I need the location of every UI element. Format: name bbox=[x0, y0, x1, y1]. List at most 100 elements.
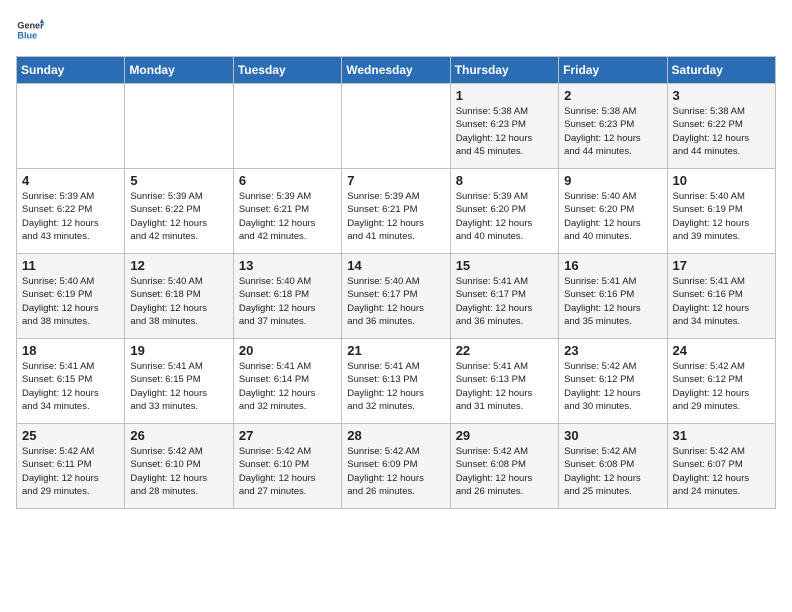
day-info: Sunrise: 5:40 AM Sunset: 6:17 PM Dayligh… bbox=[347, 275, 444, 328]
calendar-week-row: 11 Sunrise: 5:40 AM Sunset: 6:19 PM Dayli… bbox=[17, 254, 776, 339]
day-number: 30 bbox=[564, 428, 661, 443]
day-header-tuesday: Tuesday bbox=[233, 57, 341, 84]
day-number: 14 bbox=[347, 258, 444, 273]
day-info: Sunrise: 5:40 AM Sunset: 6:18 PM Dayligh… bbox=[239, 275, 336, 328]
calendar-cell: 12 Sunrise: 5:40 AM Sunset: 6:18 PM Dayli… bbox=[125, 254, 233, 339]
day-number: 28 bbox=[347, 428, 444, 443]
calendar-cell: 13 Sunrise: 5:40 AM Sunset: 6:18 PM Dayli… bbox=[233, 254, 341, 339]
day-info: Sunrise: 5:42 AM Sunset: 6:08 PM Dayligh… bbox=[564, 445, 661, 498]
day-number: 4 bbox=[22, 173, 119, 188]
day-number: 10 bbox=[673, 173, 770, 188]
calendar-table: SundayMondayTuesdayWednesdayThursdayFrid… bbox=[16, 56, 776, 509]
day-number: 2 bbox=[564, 88, 661, 103]
day-header-monday: Monday bbox=[125, 57, 233, 84]
logo: General Blue bbox=[16, 16, 48, 44]
calendar-cell bbox=[342, 84, 450, 169]
day-info: Sunrise: 5:42 AM Sunset: 6:10 PM Dayligh… bbox=[130, 445, 227, 498]
calendar-cell: 6Sunrise: 5:39 AM Sunset: 6:21 PM Daylig… bbox=[233, 169, 341, 254]
calendar-cell: 14 Sunrise: 5:40 AM Sunset: 6:17 PM Dayli… bbox=[342, 254, 450, 339]
day-info: Sunrise: 5:42 AM Sunset: 6:11 PM Dayligh… bbox=[22, 445, 119, 498]
day-info: Sunrise: 5:42 AM Sunset: 6:12 PM Dayligh… bbox=[673, 360, 770, 413]
day-number: 29 bbox=[456, 428, 553, 443]
day-info: Sunrise: 5:41 AM Sunset: 6:13 PM Dayligh… bbox=[347, 360, 444, 413]
day-info: Sunrise: 5:41 AM Sunset: 6:15 PM Dayligh… bbox=[130, 360, 227, 413]
day-number: 12 bbox=[130, 258, 227, 273]
day-info: Sunrise: 5:38 AM Sunset: 6:22 PM Dayligh… bbox=[673, 105, 770, 158]
day-number: 16 bbox=[564, 258, 661, 273]
calendar-cell: 4 Sunrise: 5:39 AM Sunset: 6:22 PM Daylig… bbox=[17, 169, 125, 254]
day-number: 24 bbox=[673, 343, 770, 358]
calendar-cell: 30 Sunrise: 5:42 AM Sunset: 6:08 PM Dayli… bbox=[559, 424, 667, 509]
day-number: 8 bbox=[456, 173, 553, 188]
day-info: Sunrise: 5:40 AM Sunset: 6:19 PM Dayligh… bbox=[673, 190, 770, 243]
day-info: Sunrise: 5:41 AM Sunset: 6:14 PM Dayligh… bbox=[239, 360, 336, 413]
day-info: Sunrise: 5:39 AM Sunset: 6:22 PM Dayligh… bbox=[22, 190, 119, 243]
calendar-cell bbox=[233, 84, 341, 169]
day-info: Sunrise: 5:42 AM Sunset: 6:08 PM Dayligh… bbox=[456, 445, 553, 498]
calendar-cell: 2 Sunrise: 5:38 AM Sunset: 6:23 PM Daylig… bbox=[559, 84, 667, 169]
day-number: 3 bbox=[673, 88, 770, 103]
day-number: 1 bbox=[456, 88, 553, 103]
day-info: Sunrise: 5:42 AM Sunset: 6:10 PM Dayligh… bbox=[239, 445, 336, 498]
day-header-wednesday: Wednesday bbox=[342, 57, 450, 84]
calendar-cell: 22Sunrise: 5:41 AM Sunset: 6:13 PM Dayli… bbox=[450, 339, 558, 424]
day-info: Sunrise: 5:41 AM Sunset: 6:17 PM Dayligh… bbox=[456, 275, 553, 328]
page-header: General Blue bbox=[16, 16, 776, 44]
day-info: Sunrise: 5:42 AM Sunset: 6:07 PM Dayligh… bbox=[673, 445, 770, 498]
day-number: 7 bbox=[347, 173, 444, 188]
calendar-cell bbox=[125, 84, 233, 169]
svg-text:General: General bbox=[17, 21, 44, 31]
calendar-cell: 26 Sunrise: 5:42 AM Sunset: 6:10 PM Dayli… bbox=[125, 424, 233, 509]
day-number: 9 bbox=[564, 173, 661, 188]
calendar-cell: 29 Sunrise: 5:42 AM Sunset: 6:08 PM Dayli… bbox=[450, 424, 558, 509]
day-number: 20 bbox=[239, 343, 336, 358]
day-info: Sunrise: 5:41 AM Sunset: 6:16 PM Dayligh… bbox=[564, 275, 661, 328]
calendar-cell: 23Sunrise: 5:42 AM Sunset: 6:12 PM Dayli… bbox=[559, 339, 667, 424]
calendar-week-row: 25 Sunrise: 5:42 AM Sunset: 6:11 PM Dayli… bbox=[17, 424, 776, 509]
day-number: 23 bbox=[564, 343, 661, 358]
day-number: 26 bbox=[130, 428, 227, 443]
day-info: Sunrise: 5:40 AM Sunset: 6:19 PM Dayligh… bbox=[22, 275, 119, 328]
day-info: Sunrise: 5:39 AM Sunset: 6:20 PM Dayligh… bbox=[456, 190, 553, 243]
calendar-cell: 28Sunrise: 5:42 AM Sunset: 6:09 PM Dayli… bbox=[342, 424, 450, 509]
day-info: Sunrise: 5:38 AM Sunset: 6:23 PM Dayligh… bbox=[456, 105, 553, 158]
calendar-cell: 5Sunrise: 5:39 AM Sunset: 6:22 PM Daylig… bbox=[125, 169, 233, 254]
calendar-cell: 10 Sunrise: 5:40 AM Sunset: 6:19 PM Dayli… bbox=[667, 169, 775, 254]
svg-text:Blue: Blue bbox=[17, 30, 37, 40]
day-info: Sunrise: 5:39 AM Sunset: 6:22 PM Dayligh… bbox=[130, 190, 227, 243]
calendar-cell: 19Sunrise: 5:41 AM Sunset: 6:15 PM Dayli… bbox=[125, 339, 233, 424]
day-number: 15 bbox=[456, 258, 553, 273]
calendar-cell: 9 Sunrise: 5:40 AM Sunset: 6:20 PM Daylig… bbox=[559, 169, 667, 254]
calendar-cell: 25 Sunrise: 5:42 AM Sunset: 6:11 PM Dayli… bbox=[17, 424, 125, 509]
logo-icon: General Blue bbox=[16, 16, 44, 44]
calendar-cell: 8 Sunrise: 5:39 AM Sunset: 6:20 PM Daylig… bbox=[450, 169, 558, 254]
calendar-cell: 1 Sunrise: 5:38 AM Sunset: 6:23 PM Daylig… bbox=[450, 84, 558, 169]
calendar-week-row: 4 Sunrise: 5:39 AM Sunset: 6:22 PM Daylig… bbox=[17, 169, 776, 254]
calendar-cell: 15 Sunrise: 5:41 AM Sunset: 6:17 PM Dayli… bbox=[450, 254, 558, 339]
day-number: 13 bbox=[239, 258, 336, 273]
calendar-header-row: SundayMondayTuesdayWednesdayThursdayFrid… bbox=[17, 57, 776, 84]
day-number: 6 bbox=[239, 173, 336, 188]
day-header-thursday: Thursday bbox=[450, 57, 558, 84]
calendar-cell: 31 Sunrise: 5:42 AM Sunset: 6:07 PM Dayli… bbox=[667, 424, 775, 509]
calendar-cell: 24 Sunrise: 5:42 AM Sunset: 6:12 PM Dayli… bbox=[667, 339, 775, 424]
day-info: Sunrise: 5:38 AM Sunset: 6:23 PM Dayligh… bbox=[564, 105, 661, 158]
calendar-cell: 3 Sunrise: 5:38 AM Sunset: 6:22 PM Daylig… bbox=[667, 84, 775, 169]
day-number: 22 bbox=[456, 343, 553, 358]
day-number: 11 bbox=[22, 258, 119, 273]
calendar-cell bbox=[17, 84, 125, 169]
calendar-cell: 7Sunrise: 5:39 AM Sunset: 6:21 PM Daylig… bbox=[342, 169, 450, 254]
day-number: 17 bbox=[673, 258, 770, 273]
day-info: Sunrise: 5:40 AM Sunset: 6:18 PM Dayligh… bbox=[130, 275, 227, 328]
calendar-cell: 11 Sunrise: 5:40 AM Sunset: 6:19 PM Dayli… bbox=[17, 254, 125, 339]
calendar-week-row: 18Sunrise: 5:41 AM Sunset: 6:15 PM Dayli… bbox=[17, 339, 776, 424]
calendar-week-row: 1 Sunrise: 5:38 AM Sunset: 6:23 PM Daylig… bbox=[17, 84, 776, 169]
day-number: 27 bbox=[239, 428, 336, 443]
calendar-cell: 16 Sunrise: 5:41 AM Sunset: 6:16 PM Dayli… bbox=[559, 254, 667, 339]
day-header-friday: Friday bbox=[559, 57, 667, 84]
day-info: Sunrise: 5:41 AM Sunset: 6:15 PM Dayligh… bbox=[22, 360, 119, 413]
day-number: 31 bbox=[673, 428, 770, 443]
day-number: 25 bbox=[22, 428, 119, 443]
day-info: Sunrise: 5:40 AM Sunset: 6:20 PM Dayligh… bbox=[564, 190, 661, 243]
calendar-cell: 20 Sunrise: 5:41 AM Sunset: 6:14 PM Dayli… bbox=[233, 339, 341, 424]
